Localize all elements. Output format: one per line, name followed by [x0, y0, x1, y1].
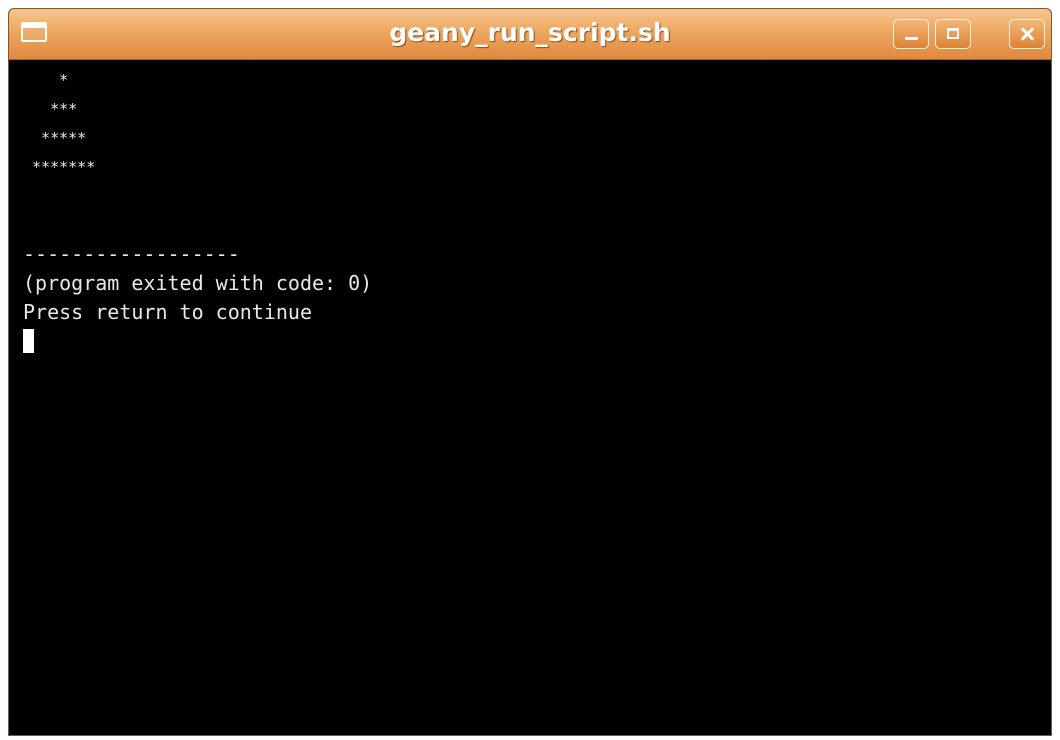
exit-code-line: (program exited with code: 0): [23, 271, 373, 295]
terminal-line: ***: [23, 100, 78, 118]
cursor-line: [23, 327, 1051, 356]
prompt-line: Press return to continue: [23, 300, 312, 324]
terminal-line: *******: [23, 158, 96, 176]
terminal-window: geany_run_script.sh * *** ***** ******* …: [8, 8, 1052, 736]
terminal-line: *****: [23, 129, 87, 147]
separator-line: ------------------: [23, 242, 240, 266]
close-button[interactable]: [1009, 19, 1045, 49]
terminal-output[interactable]: * *** ***** ******* ------------------ (…: [9, 60, 1051, 735]
terminal-line: *: [23, 71, 69, 89]
text-cursor: [23, 329, 34, 353]
title-bar[interactable]: geany_run_script.sh: [9, 9, 1051, 60]
minimize-button[interactable]: [893, 19, 929, 49]
maximize-button[interactable]: [935, 19, 971, 49]
